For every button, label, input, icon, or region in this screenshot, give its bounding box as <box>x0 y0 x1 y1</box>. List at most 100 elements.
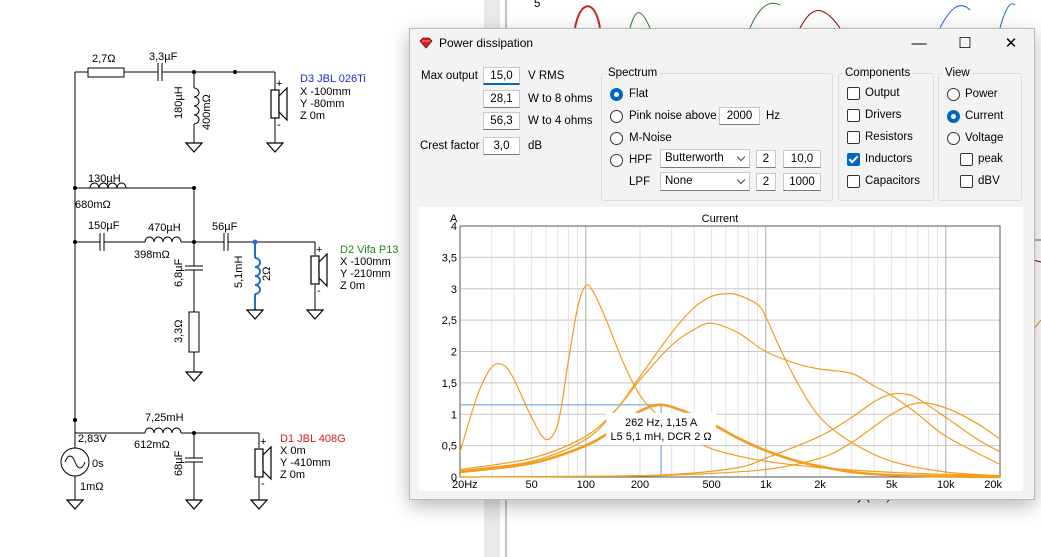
x-tick-label: 20k <box>984 479 1002 491</box>
d3-name: D3 JBL 026Ti <box>300 73 366 85</box>
series-line <box>459 284 1001 477</box>
svg-text:-: - <box>261 478 265 490</box>
hpf-label: HPF <box>629 154 652 166</box>
y-tick-label: 3,5 <box>442 252 457 264</box>
current-chart-svg[interactable]: 00,511,522,533,5420Hz 50 100 200 500 1k 2k 5k 10… <box>419 207 1023 491</box>
svg-text:+: + <box>276 78 282 90</box>
y-tick-label: 1,5 <box>442 378 457 390</box>
l4-dcr-label: 612mΩ <box>134 439 170 451</box>
power-radio[interactable] <box>947 88 960 101</box>
l2-dcr-label: 680mΩ <box>75 199 111 211</box>
svg-text:-: - <box>277 119 281 131</box>
minimize-button[interactable]: — <box>896 29 942 57</box>
watts-8-ohm-field[interactable] <box>483 90 520 108</box>
lpf-freq-input[interactable] <box>783 173 821 191</box>
lpf-label: LPF <box>629 176 651 188</box>
l2-label: 130µH <box>88 173 121 185</box>
close-icon: ✕ <box>1004 35 1018 52</box>
y-tick-label: 0,5 <box>442 441 457 453</box>
lpf-type-select[interactable]: None <box>660 172 750 191</box>
d2-z: Z 0m <box>340 280 365 292</box>
chart-title: Current <box>702 213 739 225</box>
hpf-radio[interactable] <box>610 154 623 167</box>
pink-noise-radio[interactable] <box>610 110 623 123</box>
svg-text:+: + <box>316 244 322 256</box>
minimize-icon: — <box>911 34 927 52</box>
hpf-freq-input[interactable] <box>783 150 821 168</box>
l3-dcr-label: 398mΩ <box>134 249 170 261</box>
capacitors-checkbox-label: Capacitors <box>865 175 920 187</box>
resistors-checkbox-label: Resistors <box>865 131 913 143</box>
maximize-button[interactable]: ☐ <box>942 29 988 57</box>
output-checkbox[interactable] <box>847 87 860 100</box>
c5-label: 68µF <box>173 450 185 476</box>
hpf-order-input[interactable] <box>756 150 776 168</box>
l4-label: 7,25mH <box>145 412 184 424</box>
current-radio[interactable] <box>947 110 960 123</box>
d1-name: D1 JBL 408G <box>280 433 346 445</box>
c4-label: 6,8µF <box>173 258 185 287</box>
y-tick-label: 1 <box>451 409 457 421</box>
max-output-input[interactable] <box>483 67 520 85</box>
x-tick-label: 2k <box>814 479 826 491</box>
voltage-radio[interactable] <box>947 132 960 145</box>
l1-label: 180µH <box>173 86 185 119</box>
chevron-down-icon <box>736 152 746 162</box>
hpf-type-select[interactable]: Butterworth <box>660 149 750 168</box>
x-tick-label: 5k <box>886 479 898 491</box>
resistors-checkbox[interactable] <box>847 131 860 144</box>
dbv-checkbox-label: dBV <box>978 175 1000 187</box>
series-line <box>459 293 1001 477</box>
r2-label: 3,3Ω <box>173 319 185 343</box>
m-noise-radio[interactable] <box>610 132 623 145</box>
lpf-type-value: None <box>665 175 693 187</box>
l3-label: 470µH <box>148 222 181 234</box>
current-chart[interactable]: 0 0,5 1 1,5 2 2,5 3 3,5 4 20Hz 50 100 200 500 1k 2k 5k 10… <box>419 207 1023 491</box>
l5-dcr-label: 2Ω <box>261 267 273 281</box>
power-dissipation-window: Power dissipation — ☐ ✕ Max output V RMS… <box>409 28 1035 500</box>
hpf-type-value: Butterworth <box>665 152 724 164</box>
c3-label: 56µF <box>212 221 238 233</box>
view-legend: View <box>943 67 972 79</box>
window-title: Power dissipation <box>439 36 534 50</box>
inductors-checkbox-label: Inductors <box>865 153 913 165</box>
power-radio-label: Power <box>965 88 998 100</box>
y-tick-label: 3 <box>451 284 457 296</box>
y-tick-label: 2 <box>451 347 457 359</box>
dbv-checkbox[interactable] <box>960 175 973 188</box>
pink-noise-freq-input[interactable] <box>719 107 760 125</box>
x-tick-label: 100 <box>577 479 595 491</box>
flat-radio[interactable] <box>610 88 623 101</box>
peak-checkbox[interactable] <box>960 153 973 166</box>
x-tick-label: 20Hz <box>452 479 478 491</box>
d1-y: Y -410mm <box>280 457 331 469</box>
crest-factor-input[interactable] <box>483 137 520 155</box>
annotation-line-2: L5 5,1 mH, DCR 2 Ω <box>611 431 712 443</box>
x-tick-label: 10k <box>937 479 955 491</box>
x-tick-label: 500 <box>702 479 720 491</box>
d2-y: Y -210mm <box>340 268 391 280</box>
c1-label: 3,3µF <box>149 51 178 63</box>
watts-4-ohm-field[interactable] <box>483 112 520 130</box>
svg-text:-: - <box>317 285 321 297</box>
drivers-checkbox[interactable] <box>847 109 860 122</box>
watts-8-ohm-unit: W to 8 ohms <box>528 93 593 105</box>
x-tick-label: 200 <box>631 479 649 491</box>
drivers-checkbox-label: Drivers <box>865 109 902 121</box>
lpf-order-input[interactable] <box>756 173 776 191</box>
l5-label: 5,1mH <box>233 256 245 288</box>
series-line <box>459 322 1001 471</box>
capacitors-checkbox[interactable] <box>847 175 860 188</box>
components-legend: Components <box>843 67 913 79</box>
current-radio-label: Current <box>965 110 1004 122</box>
source-resistance: 1mΩ <box>80 481 104 493</box>
chevron-down-icon <box>736 175 746 185</box>
title-bar[interactable]: Power dissipation — ☐ ✕ <box>410 29 1034 57</box>
max-output-label: Max output <box>421 70 478 82</box>
voltage-radio-label: Voltage <box>965 132 1004 144</box>
r1-label: 2,7Ω <box>92 53 116 65</box>
close-button[interactable]: ✕ <box>988 29 1034 57</box>
y-tick-label: 2,5 <box>442 315 457 327</box>
max-output-unit: V RMS <box>528 70 565 82</box>
inductors-checkbox[interactable] <box>847 153 860 166</box>
